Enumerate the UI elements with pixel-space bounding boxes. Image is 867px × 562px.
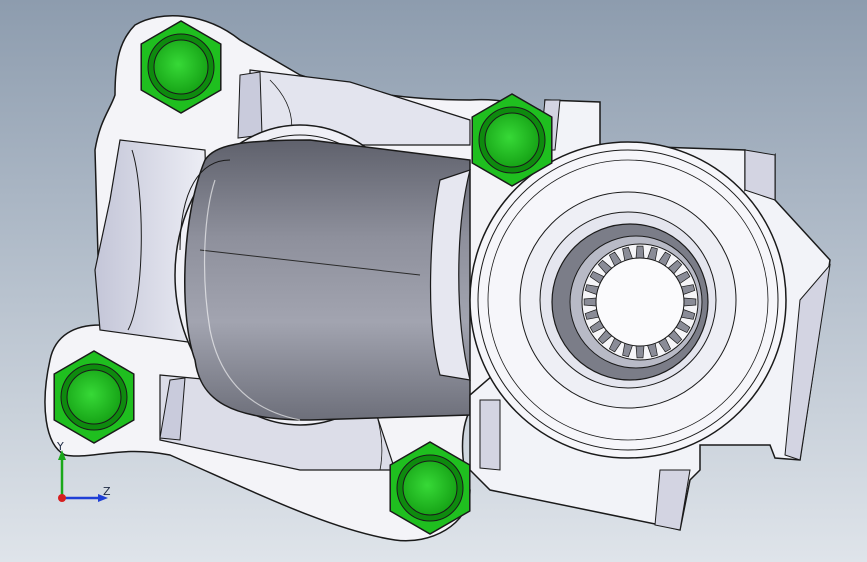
- spline-hub: [469, 141, 787, 459]
- spline-tooth: [683, 297, 697, 307]
- spline-tooth: [583, 297, 597, 307]
- cad-viewport[interactable]: Y Z: [0, 0, 867, 562]
- spline-tooth: [635, 245, 645, 259]
- coordinate-triad: Y Z: [48, 440, 118, 510]
- yoke-assembly-model[interactable]: [0, 0, 867, 562]
- y-axis-label: Y: [57, 440, 64, 453]
- cross-journal-cylinder: [179, 139, 471, 421]
- z-axis-label: Z: [103, 485, 111, 498]
- spline-tooth: [635, 345, 645, 359]
- x-axis-origin: [58, 494, 66, 502]
